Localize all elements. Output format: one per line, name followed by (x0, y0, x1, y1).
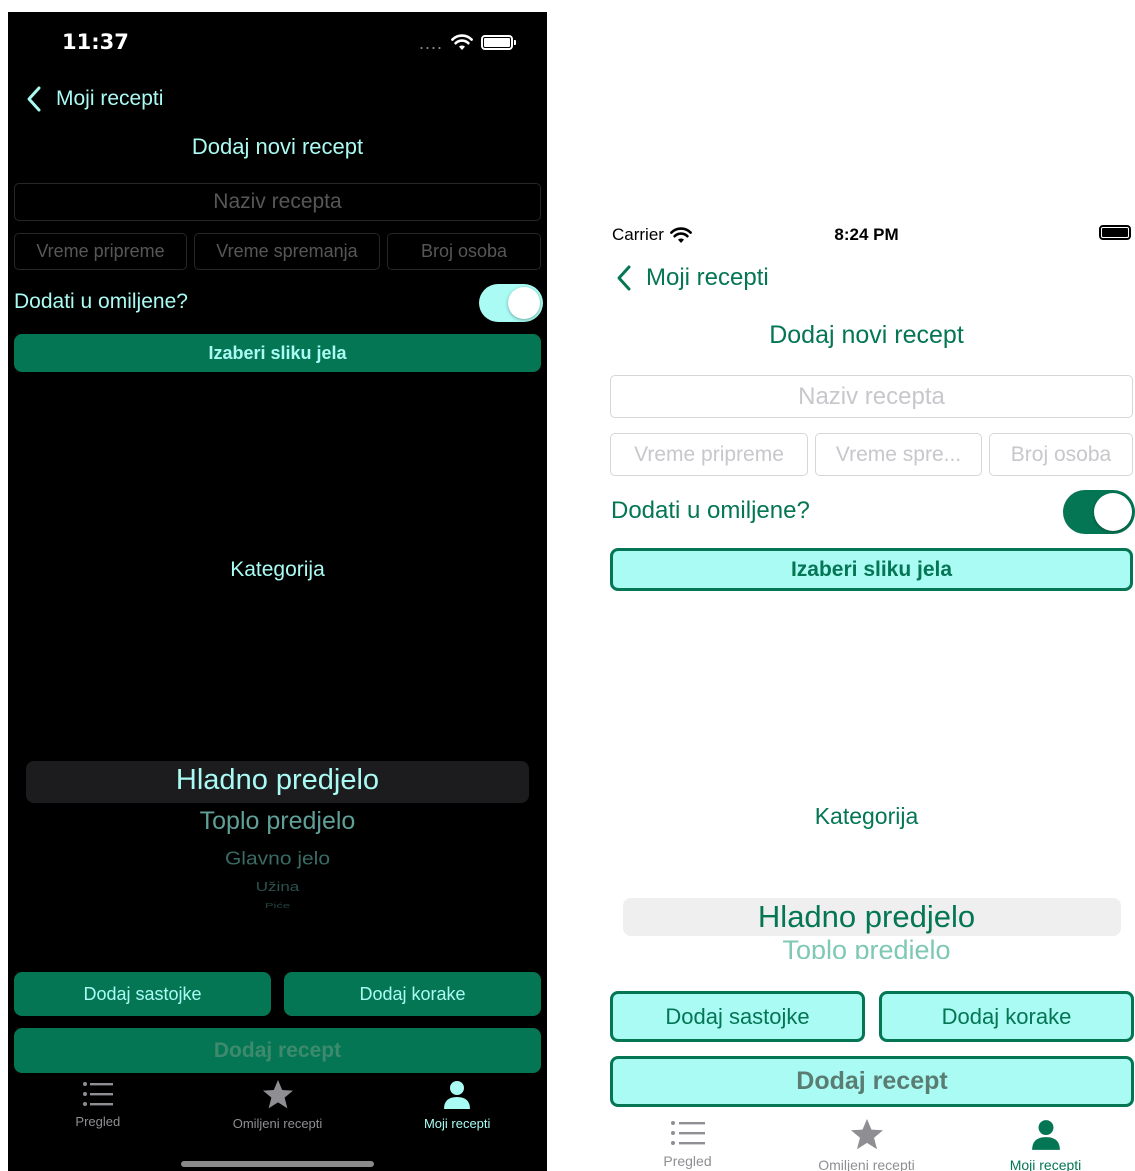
favorite-label: Dodati u omiljene? (14, 290, 188, 313)
recipe-name-input[interactable]: Naziv recepta (14, 183, 541, 221)
tab-label: Moji recepti (423, 1116, 491, 1131)
picker-option[interactable]: Toplo predjelo (8, 807, 547, 836)
picker-option[interactable]: Hladno predjelo (8, 764, 547, 797)
pick-image-label: Izaberi sliku jela (790, 557, 953, 581)
cook-time-placeholder: Vreme spremanja (216, 241, 358, 261)
back-label: Moji recepti (646, 264, 769, 291)
signal-dots-icon: .... (418, 32, 443, 53)
back-button[interactable]: Moji recepti (612, 263, 769, 293)
pick-image-button[interactable]: Izaberi sliku jela (14, 334, 541, 372)
tab-bar: Pregled Omiljeni recepti Moji recepti (8, 1080, 547, 1131)
cook-time-placeholder: Vreme spre... (835, 442, 962, 466)
battery-icon (481, 35, 516, 50)
tab-label: Omiljeni recepti (818, 1157, 915, 1171)
add-steps-button[interactable]: Dodaj korake (879, 991, 1134, 1042)
add-ingredients-label: Dodaj sastojke (83, 983, 202, 1004)
home-indicator (181, 1161, 374, 1167)
battery-icon (1099, 225, 1131, 240)
tab-omiljeni[interactable]: Omiljeni recepti (777, 1119, 956, 1171)
recipe-name-input[interactable]: Naziv recepta (610, 375, 1133, 418)
picker-option[interactable]: Užina (8, 880, 547, 895)
category-label: Kategorija (814, 803, 919, 829)
submit-recipe-button[interactable]: Dodaj recept (14, 1028, 541, 1073)
servings-placeholder: Broj osoba (420, 241, 508, 261)
add-ingredients-label: Dodaj sastojke (665, 1003, 810, 1029)
dark-mode-screen: 11:37 .... Moji recepti Dodaj novi recep… (8, 12, 547, 1171)
favorite-toggle[interactable] (1063, 490, 1135, 534)
pick-image-label: Izaberi sliku jela (208, 342, 347, 363)
add-steps-label: Dodaj korake (359, 983, 466, 1004)
chevron-left-icon (27, 86, 41, 112)
chevron-left-icon (617, 265, 631, 291)
prep-time-input[interactable]: Vreme pripreme (14, 233, 187, 270)
toggle-knob (1094, 493, 1132, 531)
toggle-knob (508, 287, 540, 319)
picker-option[interactable]: Piće (8, 901, 547, 909)
add-ingredients-button[interactable]: Dodaj sastojke (610, 991, 865, 1042)
servings-input[interactable]: Broj osoba (387, 233, 541, 270)
submit-recipe-label: Dodaj recept (796, 1067, 948, 1095)
back-label: Moji recepti (56, 87, 164, 110)
add-steps-label: Dodaj korake (941, 1003, 1072, 1029)
list-icon (670, 1121, 705, 1145)
tab-label: Pregled (75, 1114, 121, 1129)
page-title: Dodaj novi recept (191, 134, 364, 159)
prep-time-placeholder: Vreme pripreme (634, 442, 784, 466)
category-label: Kategorija (230, 558, 325, 581)
back-button[interactable]: Moji recepti (22, 84, 163, 114)
light-mode-screen: Carrier 8:24 PM Moji recepti Dodaj novi … (598, 215, 1135, 1171)
tab-label: Moji recepti (1009, 1157, 1082, 1171)
prep-time-placeholder: Vreme pripreme (36, 241, 165, 261)
recipe-name-placeholder: Naziv recepta (798, 382, 945, 410)
servings-placeholder: Broj osoba (1010, 442, 1112, 466)
servings-input[interactable]: Broj osoba (989, 433, 1133, 476)
add-steps-button[interactable]: Dodaj korake (284, 972, 541, 1016)
cook-time-input[interactable]: Vreme spremanja (194, 233, 380, 270)
status-time: 8:24 PM (834, 225, 899, 244)
page-title: Dodaj novi recept (769, 321, 964, 349)
pick-image-button[interactable]: Izaberi sliku jela (610, 548, 1133, 591)
tab-moji-recepti[interactable]: Moji recepti (367, 1080, 547, 1131)
tab-bar: Pregled Omiljeni recepti Moji recepti (598, 1119, 1135, 1171)
tab-label: Pregled (663, 1153, 712, 1169)
status-time: 11:37 (62, 30, 129, 54)
picker-option[interactable]: Toplo predjelo (598, 935, 1135, 959)
prep-time-input[interactable]: Vreme pripreme (610, 433, 808, 476)
add-ingredients-button[interactable]: Dodaj sastojke (14, 972, 271, 1016)
person-icon (444, 1081, 471, 1109)
tab-moji-recepti[interactable]: Moji recepti (956, 1119, 1135, 1171)
picker-option[interactable]: Hladno predjelo (598, 899, 1135, 935)
star-icon (262, 1080, 293, 1109)
picker-option[interactable]: Glavno jelo (8, 848, 547, 870)
favorite-label: Dodati u omiljene? (611, 497, 810, 524)
cook-time-input[interactable]: Vreme spre... (815, 433, 982, 476)
status-icons: .... (418, 32, 516, 53)
tab-pregled[interactable]: Pregled (8, 1080, 188, 1131)
person-icon (1031, 1120, 1060, 1150)
recipe-name-placeholder: Naziv recepta (213, 190, 342, 213)
favorite-toggle[interactable] (479, 284, 543, 322)
list-icon (82, 1082, 113, 1106)
submit-recipe-button[interactable]: Dodaj recept (610, 1056, 1134, 1107)
tab-pregled[interactable]: Pregled (598, 1119, 777, 1171)
submit-recipe-label: Dodaj recept (213, 1038, 342, 1062)
star-icon (850, 1119, 883, 1150)
tab-omiljeni[interactable]: Omiljeni recepti (188, 1080, 368, 1131)
tab-label: Omiljeni recepti (232, 1116, 323, 1131)
wifi-icon (451, 34, 473, 50)
